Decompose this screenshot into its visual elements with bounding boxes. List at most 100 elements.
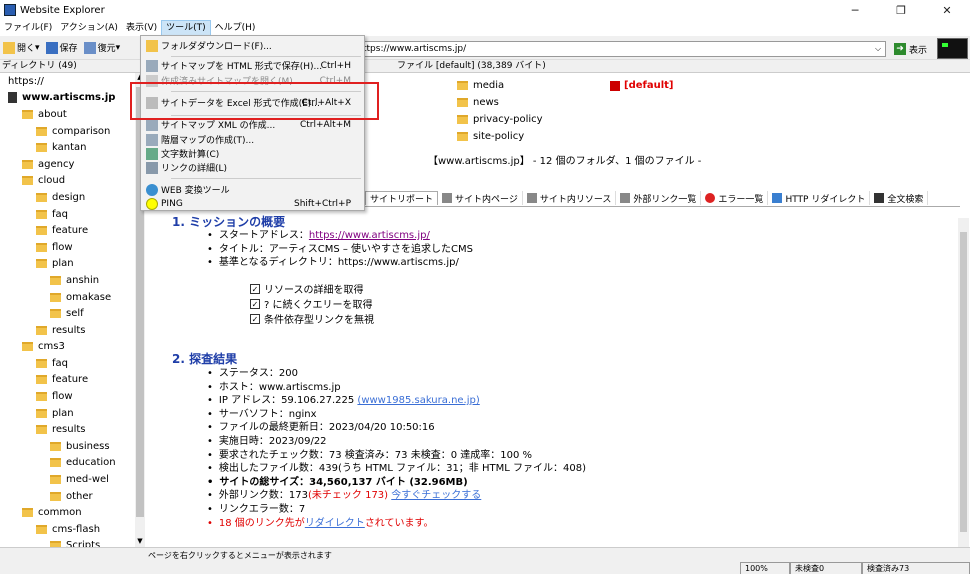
tree-item[interactable]: kantan [0, 139, 135, 156]
tab-errors[interactable]: エラー一覧 [701, 191, 769, 205]
tree-item[interactable]: design [0, 189, 135, 206]
menu-action[interactable]: アクション(A) [56, 20, 122, 36]
menu-item-char-count[interactable]: 文字数計算(C) [143, 146, 363, 161]
tree-item[interactable]: faq [0, 355, 135, 372]
menu-item-folder-download[interactable]: フォルダダウンロード(F)... [143, 38, 363, 53]
tab-http-redirect[interactable]: HTTP リダイレクト [768, 191, 871, 205]
menu-file[interactable]: ファイル(F) [0, 20, 56, 36]
tab-site-report[interactable]: サイトリポート [365, 191, 439, 205]
option-resource-details: ✓ リソースの詳細を取得 [250, 283, 364, 296]
file-default[interactable]: [default] [610, 80, 674, 91]
folder-icon [50, 292, 61, 302]
list-item: ステータス：200 [207, 367, 586, 381]
tree-item[interactable]: agency [0, 156, 135, 173]
tab-external-links[interactable]: 外部リンク一覧 [616, 191, 702, 205]
go-button[interactable]: ➜ 表示 [894, 40, 927, 58]
directory-tree[interactable]: https://www.artiscms.jp about comparison ka… [0, 73, 135, 547]
arrow-right-icon: ➜ [894, 43, 906, 55]
tree-item[interactable]: faq [0, 206, 135, 223]
list-item: サーバソフト：nginx [207, 408, 586, 422]
folder-icon [36, 375, 47, 385]
tree-item[interactable]: common [0, 504, 135, 521]
folder-privacy-policy[interactable]: privacy-policy [457, 114, 543, 125]
close-button[interactable]: ✕ [924, 0, 970, 20]
open-button[interactable]: 開く ▾ [0, 38, 43, 58]
folder-media[interactable]: media [457, 80, 504, 91]
server-icon [8, 92, 17, 104]
address-input[interactable]: ttps://www.artiscms.jp/⌵ [352, 41, 886, 57]
folder-site-policy[interactable]: site-policy [457, 131, 524, 142]
tree-item[interactable]: self [0, 305, 135, 322]
window-title: Website Explorer [20, 4, 105, 16]
folder-news[interactable]: news [457, 97, 499, 108]
list-item: リンクエラー数：7 [207, 503, 586, 517]
tree-item[interactable]: about [0, 106, 135, 123]
restore-button[interactable]: 復元 ▾ [81, 38, 124, 58]
mission-list: スタートアドレス：https://www.artiscms.jp/ タイトル：ア… [207, 229, 473, 270]
tree-item[interactable]: plan [0, 256, 135, 273]
tree-item[interactable]: feature [0, 222, 135, 239]
tree-item[interactable]: education [0, 455, 135, 472]
tree-item[interactable]: flow [0, 239, 135, 256]
maximize-button[interactable]: ❐ [878, 0, 924, 20]
tree-item[interactable]: other [0, 488, 135, 505]
menu-item-hierarchy-map[interactable]: 階層マップの作成(T)... [143, 132, 363, 147]
menu-tools[interactable]: ツール(T) [161, 20, 211, 36]
tree-item[interactable]: https:// [0, 73, 135, 90]
tree-item[interactable]: plan [0, 405, 135, 422]
tree-item[interactable]: cms-flash [0, 521, 135, 538]
redirect-link[interactable]: リダイレクト [305, 518, 365, 529]
minimize-button[interactable]: ─ [832, 0, 878, 20]
tree-item[interactable]: med-wel [0, 471, 135, 488]
tab-full-text-search[interactable]: 全文検索 [870, 191, 929, 205]
folder-open-icon [3, 41, 15, 54]
tree-item[interactable]: flow [0, 388, 135, 405]
tree-header: ディレクトリ (49) [0, 60, 145, 73]
chevron-down-icon[interactable]: ⌵ [871, 42, 885, 56]
menu-help[interactable]: ヘルプ(H) [211, 20, 260, 36]
list-item: サイトの総サイズ：34,560,137 バイト (32.96MB) [207, 476, 586, 490]
tab-site-pages[interactable]: サイト内ページ [438, 191, 523, 205]
menu-item-web-convert[interactable]: WEB 変換ツール [143, 182, 363, 197]
checkbox-icon: ✓ [250, 298, 260, 309]
folder-icon [50, 475, 61, 485]
menu-item-ping[interactable]: PING Shift+Ctrl+P [143, 196, 363, 211]
menu-view[interactable]: 表示(V) [122, 20, 161, 36]
checkbox-icon: ✓ [250, 283, 260, 294]
folder-icon [457, 132, 468, 141]
folder-icon [36, 259, 47, 269]
link-icon [146, 161, 158, 174]
tree-item[interactable]: results [0, 421, 135, 438]
checked-count: 検査済み73 [862, 562, 970, 574]
tree-item[interactable]: business [0, 438, 135, 455]
folder-icon [36, 358, 47, 368]
start-url-link[interactable]: https://www.artiscms.jp/ [309, 230, 430, 241]
tree-item[interactable]: cms3 [0, 339, 135, 356]
tree-item[interactable]: omakase [0, 289, 135, 306]
binoculars-icon [874, 193, 885, 203]
folder-icon [36, 425, 47, 435]
ip-host-link[interactable]: (www1985.sakura.ne.jp) [357, 395, 479, 406]
list-item: 実施日時：2023/09/22 [207, 435, 586, 449]
tree-item[interactable]: www.artiscms.jp [0, 90, 135, 107]
folder-icon [457, 115, 468, 124]
save-button[interactable]: 保存 [43, 38, 81, 58]
tree-item[interactable]: feature [0, 372, 135, 389]
report-scrollbar[interactable] [958, 218, 969, 547]
console-icon[interactable] [937, 38, 968, 59]
list-item: ファイルの最終更新日：2023/04/20 10:50:16 [207, 421, 586, 435]
section-mission: 1. ミッションの概要 [172, 215, 286, 229]
tree-item[interactable]: anshin [0, 272, 135, 289]
report-tabs: サイトリポート サイト内ページ サイト内リソース 外部リンク一覧 エラー一覧 H… [365, 191, 929, 205]
check-now-link[interactable]: 今すぐチェックする [391, 490, 481, 501]
tree-item[interactable]: comparison [0, 123, 135, 140]
sitemap-icon [146, 59, 158, 72]
menu-item-save-html-sitemap[interactable]: サイトマップを HTML 形式で保存(H)... Ctrl+H [143, 58, 363, 73]
tree-item[interactable]: results [0, 322, 135, 339]
tree-item[interactable]: Scripts [0, 538, 135, 547]
folder-icon [50, 491, 61, 501]
tree-item[interactable]: cloud [0, 173, 135, 190]
menu-item-link-details[interactable]: リンクの詳細(L) [143, 160, 363, 175]
restore-icon [83, 41, 96, 54]
tab-site-resources[interactable]: サイト内リソース [523, 191, 617, 205]
